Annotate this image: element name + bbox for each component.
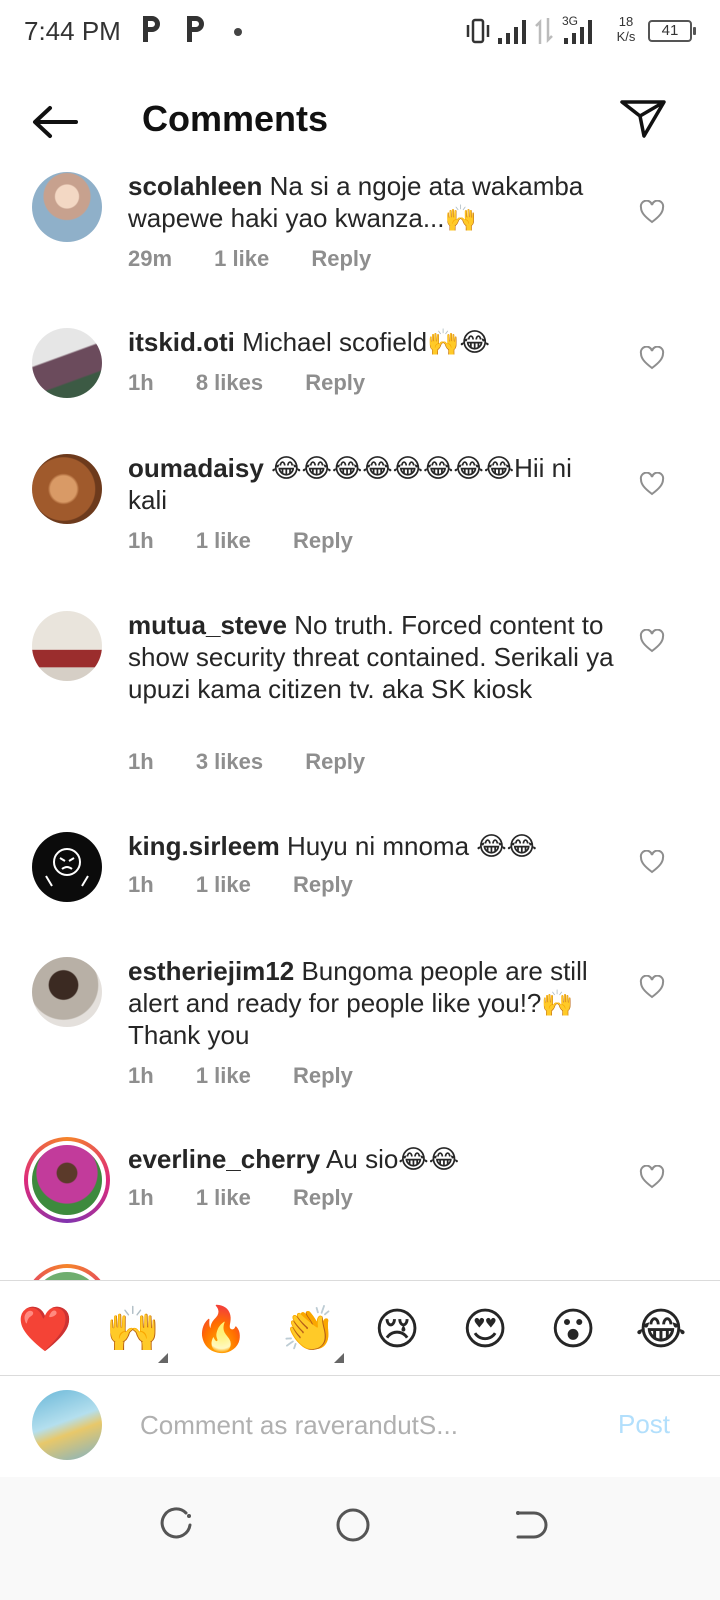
- heart-icon[interactable]: [639, 200, 665, 224]
- avatar[interactable]: [32, 454, 102, 524]
- comment-time: 1h: [128, 528, 154, 553]
- reply-button[interactable]: Reply: [293, 872, 353, 897]
- quick-reaction-bar: ❤️ 🙌 🔥 👏 😢 😍 😮 😂: [0, 1280, 720, 1376]
- comments-header: Comments: [0, 86, 720, 158]
- comment-text: itskid.oti Michael scofield🙌😂: [128, 326, 618, 358]
- comment-meta: 1h 1 like Reply: [128, 1185, 389, 1211]
- comment-likes[interactable]: 8 likes: [196, 370, 263, 395]
- heart-icon[interactable]: [639, 975, 665, 999]
- send-icon[interactable]: [618, 96, 668, 140]
- back-nav-icon[interactable]: [510, 1505, 550, 1545]
- avatar[interactable]: [32, 832, 102, 902]
- comment-time: 1h: [128, 1063, 154, 1088]
- reply-button[interactable]: Reply: [305, 370, 365, 395]
- reply-button[interactable]: Reply: [311, 246, 371, 271]
- heart-icon[interactable]: [639, 472, 665, 496]
- battery-icon: 41: [648, 20, 696, 42]
- comment-meta: 1h 1 like Reply: [128, 1063, 389, 1089]
- reaction-heart[interactable]: ❤️: [16, 1301, 74, 1359]
- comment-likes[interactable]: 1 like: [196, 1185, 251, 1210]
- home-icon[interactable]: [333, 1505, 373, 1545]
- comment-text: king.sirleem Huyu ni mnoma 😂😂: [128, 830, 618, 862]
- data-arrows-icon: [535, 18, 553, 44]
- comment-text: everline_cherry Au sio😂😂: [128, 1143, 618, 1175]
- comment-message: Huyu ni mnoma 😂😂: [286, 831, 538, 861]
- avatar[interactable]: [32, 172, 102, 242]
- heart-icon[interactable]: [639, 1165, 665, 1189]
- reaction-raised-hands[interactable]: 🙌: [104, 1301, 162, 1359]
- reaction-fire[interactable]: 🔥: [192, 1301, 250, 1359]
- comment-likes[interactable]: 1 like: [196, 872, 251, 897]
- avatar-story-ring[interactable]: [24, 1264, 110, 1280]
- my-avatar: [32, 1390, 102, 1460]
- comment-username[interactable]: estheriejim12: [128, 956, 294, 986]
- signal-icon: [498, 20, 526, 44]
- status-bar: 7:44 PM 3G 18 K/s 41: [0, 0, 720, 64]
- reaction-laughing[interactable]: 😂: [632, 1301, 690, 1359]
- p-app-icon: [187, 16, 204, 42]
- comment-likes[interactable]: 1 like: [196, 1063, 251, 1088]
- comments-list[interactable]: scolahleen Na si a ngoje ata wakamba wap…: [0, 160, 720, 1280]
- comment-meta: 1h 8 likes Reply: [128, 370, 401, 396]
- comment-composer: Post: [0, 1377, 720, 1477]
- reaction-heart-eyes[interactable]: 😍: [456, 1301, 514, 1359]
- reply-button[interactable]: Reply: [293, 1185, 353, 1210]
- heart-icon[interactable]: [639, 850, 665, 874]
- comment-username[interactable]: oumadaisy: [128, 453, 264, 483]
- reply-button[interactable]: Reply: [293, 528, 353, 553]
- comment-time: 1h: [128, 872, 154, 897]
- reaction-clap[interactable]: 👏: [280, 1301, 338, 1359]
- comment-meta: 1h 1 like Reply: [128, 872, 389, 898]
- avatar: [32, 1272, 102, 1280]
- skin-tone-indicator: [158, 1353, 168, 1363]
- avatar-story-ring[interactable]: [24, 1137, 110, 1223]
- avatar[interactable]: [32, 611, 102, 681]
- signal-icon-2: [564, 20, 592, 44]
- network-speed: 18 K/s: [616, 14, 636, 44]
- comment-input[interactable]: [140, 1405, 590, 1445]
- page-title: Comments: [142, 98, 329, 139]
- comment-likes[interactable]: 1 like: [214, 246, 269, 271]
- comment-message: Michael scofield🙌😂: [242, 327, 490, 357]
- p-app-icon: [143, 16, 160, 42]
- comment-time: 1h: [128, 370, 154, 395]
- comment-time: 1h: [128, 749, 154, 774]
- comment-likes[interactable]: 3 likes: [196, 749, 263, 774]
- arrow-left-icon[interactable]: [30, 104, 80, 140]
- avatar: [32, 1145, 102, 1215]
- comment-username[interactable]: scolahleen: [128, 171, 262, 201]
- comment-meta: 29m 1 like Reply: [128, 246, 407, 272]
- comment-text: mutua_steve No truth. Forced content to …: [128, 609, 618, 705]
- comment-meta: 1h 3 likes Reply: [128, 749, 401, 775]
- comment-username[interactable]: itskid.oti: [128, 327, 235, 357]
- reaction-crying[interactable]: 😢: [368, 1301, 426, 1359]
- comment-text: oumadaisy 😂😂😂😂😂😂😂😂Hii ni kali: [128, 452, 618, 516]
- avatar[interactable]: [32, 957, 102, 1027]
- comment-text: estheriejim12 Bungoma people are still a…: [128, 955, 618, 1051]
- recent-apps-icon[interactable]: [156, 1505, 196, 1545]
- reaction-surprised[interactable]: 😮: [544, 1301, 602, 1359]
- comment-meta: 1h 1 like Reply: [128, 528, 389, 554]
- reply-button[interactable]: Reply: [293, 1063, 353, 1088]
- heart-icon[interactable]: [639, 346, 665, 370]
- comment-username[interactable]: king.sirleem: [128, 831, 280, 861]
- notification-dot: [234, 28, 242, 36]
- comment-message: Au sio😂😂: [326, 1144, 460, 1174]
- reply-button[interactable]: Reply: [305, 749, 365, 774]
- system-nav-bar: [0, 1477, 720, 1600]
- skin-tone-indicator: [334, 1353, 344, 1363]
- avatar[interactable]: [32, 328, 102, 398]
- comment-username[interactable]: everline_cherry: [128, 1144, 320, 1174]
- comment-likes[interactable]: 1 like: [196, 528, 251, 553]
- heart-icon[interactable]: [639, 629, 665, 653]
- vibrate-icon: [466, 18, 490, 44]
- comment-username[interactable]: mutua_steve: [128, 610, 287, 640]
- comment-time: 29m: [128, 246, 173, 271]
- angry-face-icon: [45, 848, 89, 887]
- status-time: 7:44 PM: [24, 16, 121, 46]
- comment-time: 1h: [128, 1185, 154, 1210]
- post-button[interactable]: Post: [618, 1409, 670, 1440]
- comment-text: scolahleen Na si a ngoje ata wakamba wap…: [128, 170, 618, 234]
